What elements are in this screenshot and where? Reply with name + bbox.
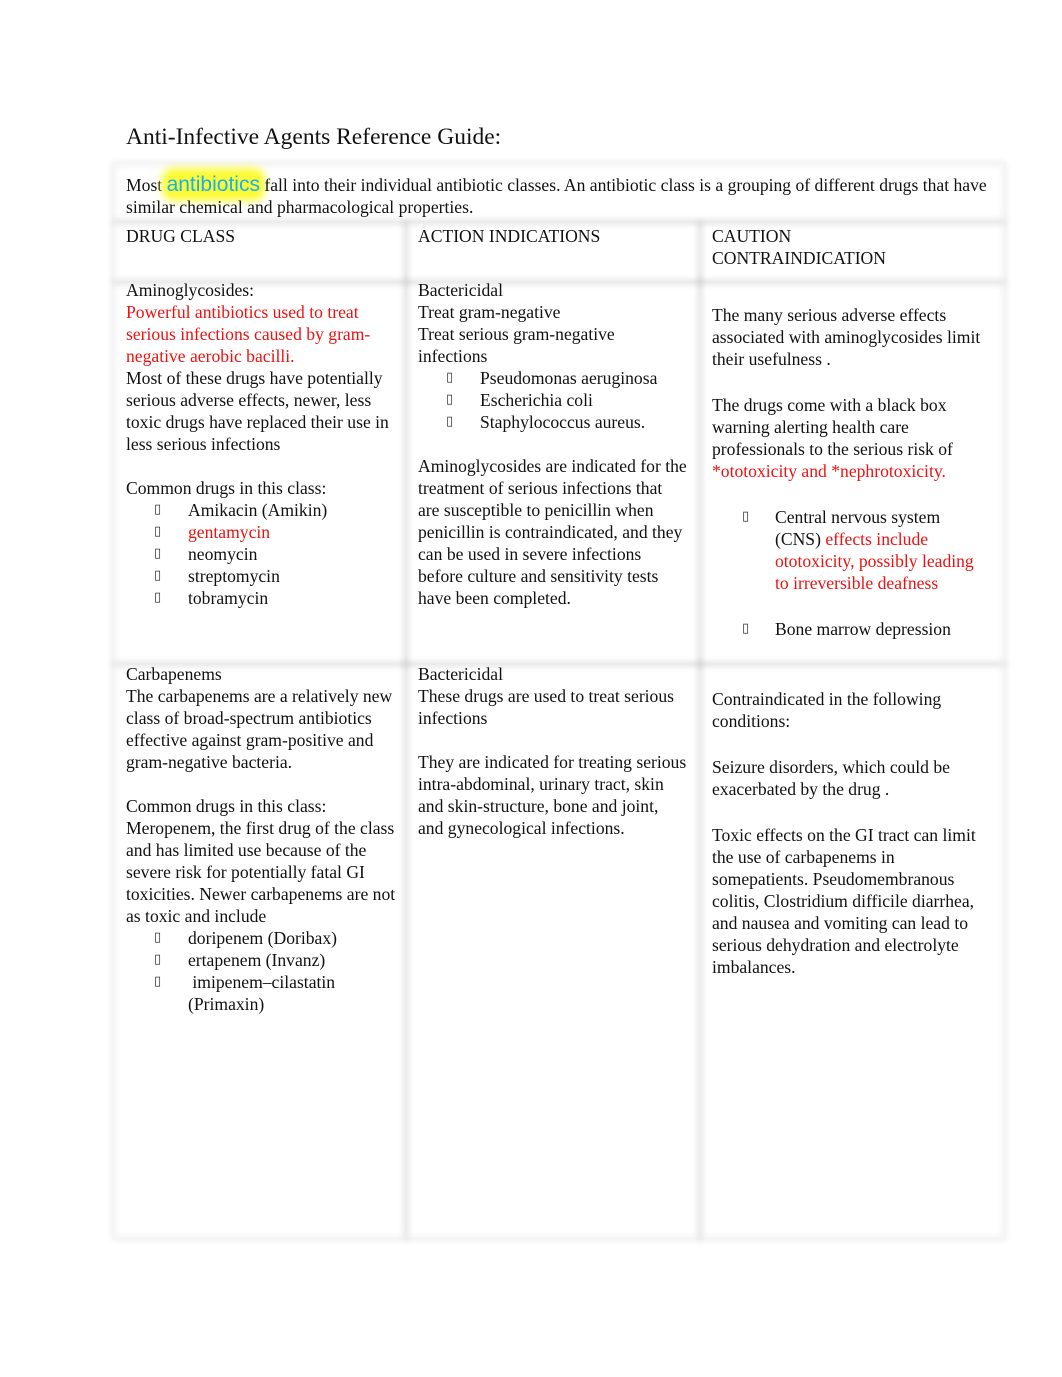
action-line1: Treat gram-negative [418, 302, 561, 322]
action-indication: Aminoglycosides are indicated for the tr… [418, 456, 687, 608]
bullet-icon: ▯ [154, 952, 162, 967]
list-item: ▯ neomycin [154, 544, 258, 564]
aminoglycosides-caution: The many serious adverse effects associa… [712, 304, 987, 640]
class-description: Most of these drugs have potentially ser… [126, 368, 389, 454]
caution-p2: Seizure disorders, which could be exacer… [712, 757, 950, 799]
action-line2: Treat serious gram-negative infections [418, 324, 615, 366]
common-drugs-list: ▯ Amikacin (Amikin) ▯ gentamycin ▯ neomycin… [126, 499, 396, 609]
bullet-icon: ▯ [154, 974, 162, 989]
intro-prefix: Most [126, 175, 167, 195]
bullet-icon: ▯ [154, 568, 162, 583]
reference-table: Most antibiotics fall into their individ… [114, 164, 1004, 1238]
bullet-icon: ▯ [154, 590, 162, 605]
list-item: ▯ tobramycin [154, 588, 269, 608]
page-title: Anti-Infective Agents Reference Guide: [126, 124, 502, 150]
carbapenems-action: Bactericidal These drugs are used to tre… [418, 663, 688, 839]
list-item: ▯ Amikacin (Amikin) [154, 500, 328, 520]
aminoglycosides-drug-class: Aminoglycosides: Powerful antibiotics us… [126, 279, 396, 609]
adverse-effects-list: ▯ Central nervous system (CNS) effects in… [712, 506, 987, 640]
header-action-indications: ACTION INDICATIONS [418, 226, 601, 246]
bullet-icon: ▯ [742, 509, 750, 524]
caution-p2: The drugs come with a black box warning … [712, 395, 953, 481]
bullet-icon: ▯ [446, 414, 454, 429]
list-item: ▯ ertapenem (Invanz) [154, 950, 326, 970]
class-summary: Powerful antibiotics used to treat serio… [126, 302, 371, 366]
bullet-icon: ▯ [154, 546, 162, 561]
header-caution-line1: CAUTION [712, 226, 792, 246]
list-item: ▯ Staphylococcus aureus. [446, 412, 646, 432]
bullet-icon: ▯ [154, 930, 162, 945]
list-item: ▯ imipenem–cilastatin (Primaxin) [154, 972, 340, 1014]
caution-p1: Contraindicated in the following conditi… [712, 689, 942, 731]
action-type: Bactericidal [418, 280, 503, 300]
common-drugs-label: Common drugs in this class: [126, 478, 327, 498]
carbapenems-caution: Contraindicated in the following conditi… [712, 688, 987, 978]
common-drugs-label: Common drugs in this class: [126, 796, 327, 816]
action-type: Bactericidal [418, 664, 503, 684]
organisms-list: ▯ Pseudomonas aeruginosa ▯ Escherichia col… [418, 367, 688, 433]
header-drug-class: DRUG CLASS [126, 226, 236, 246]
class-name: Aminoglycosides: [126, 280, 255, 300]
list-item: ▯ Pseudomonas aeruginosa [446, 368, 658, 388]
bullet-icon: ▯ [154, 524, 162, 539]
class-name: Carbapenems [126, 664, 222, 684]
bullet-icon: ▯ [446, 392, 454, 407]
common-drugs-text: Meropenem, the first drug of the class a… [126, 818, 396, 926]
header-caution-line2: CONTRAINDICATION [712, 248, 886, 268]
header-caution: CAUTION CONTRAINDICATION [712, 225, 987, 269]
bullet-icon: ▯ [446, 370, 454, 385]
caution-p1: The many serious adverse effects associa… [712, 305, 981, 369]
aminoglycosides-action: Bactericidal Treat gram-negative Treat s… [418, 279, 688, 609]
caution-p3: Toxic effects on the GI tract can limit … [712, 825, 976, 977]
common-drugs-list: ▯ doripenem (Doribax) ▯ ertapenem (Invanz)… [126, 927, 396, 1015]
list-item: ▯ Central nervous system (CNS) effects in… [742, 507, 974, 593]
list-item: ▯ doripenem (Doribax) [154, 928, 338, 948]
action-line1: These drugs are used to treat serious in… [418, 686, 675, 728]
bullet-icon: ▯ [154, 502, 162, 517]
highlighted-term: antibiotics [166, 173, 260, 196]
carbapenems-drug-class: Carbapenems The carbapenems are a relati… [126, 663, 396, 1015]
action-indication: They are indicated for treating serious … [418, 752, 687, 838]
list-item: ▯ Bone marrow depression [742, 619, 951, 639]
list-item: ▯ streptomycin [154, 566, 280, 586]
class-description: The carbapenems are a relatively new cla… [126, 686, 393, 772]
intro-paragraph: Most antibiotics fall into their individ… [126, 173, 996, 218]
bullet-icon: ▯ [742, 621, 750, 636]
list-item: ▯ gentamycin [154, 522, 271, 542]
list-item: ▯ Escherichia coli [446, 390, 593, 410]
